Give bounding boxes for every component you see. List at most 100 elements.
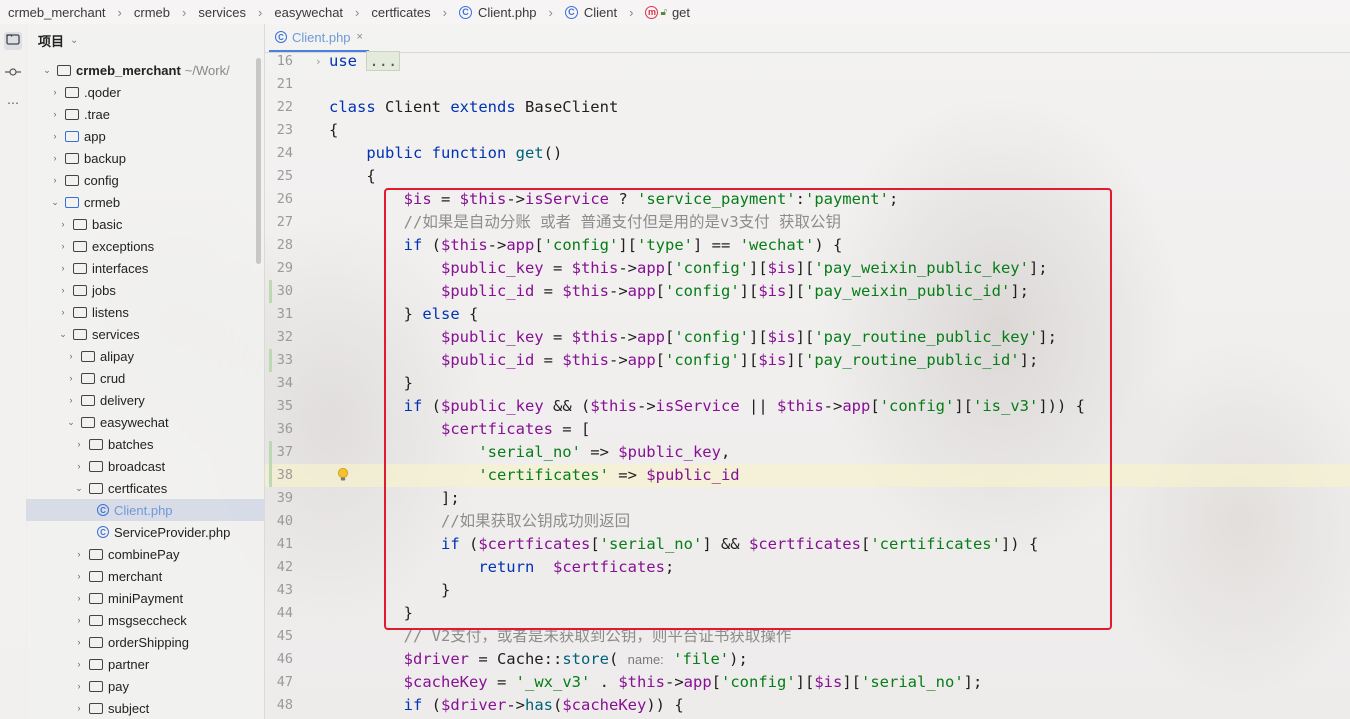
tree-item-delivery[interactable]: › delivery xyxy=(26,389,264,411)
tree-item-serviceprovider-php[interactable]: C ServiceProvider.php xyxy=(26,521,264,543)
chevron-right-icon[interactable]: › xyxy=(72,593,86,603)
code-line[interactable]: 44 } xyxy=(265,602,1350,625)
chevron-right-icon[interactable]: › xyxy=(56,241,70,251)
tab-client-php[interactable]: C Client.php × xyxy=(269,24,369,52)
chevron-right-icon[interactable]: › xyxy=(72,637,86,647)
chevron-right-icon[interactable]: › xyxy=(48,109,62,119)
code-line[interactable]: 28 if ($this->app['config']['type'] == '… xyxy=(265,234,1350,257)
code-line[interactable]: 27 //如果是自动分账 或者 普通支付但是用的是v3支付 获取公钥 xyxy=(265,211,1350,234)
tree-item-alipay[interactable]: › alipay xyxy=(26,345,264,367)
chevron-down-icon[interactable]: ⌄ xyxy=(40,65,54,76)
tree-item-easywechat[interactable]: ⌄ easywechat xyxy=(26,411,264,433)
chevron-right-icon[interactable]: › xyxy=(72,549,86,559)
tree-item-certficates[interactable]: ⌄ certficates xyxy=(26,477,264,499)
chevron-down-icon[interactable]: ⌄ xyxy=(48,197,62,208)
tree-item-combinepay[interactable]: › combinePay xyxy=(26,543,264,565)
project-panel-header[interactable]: 项目 ⌄ xyxy=(26,24,264,56)
chevron-right-icon[interactable]: › xyxy=(48,87,62,97)
breadcrumb-item-project[interactable]: crmeb_merchant xyxy=(8,5,106,20)
tree-item-exceptions[interactable]: › exceptions xyxy=(26,235,264,257)
tree-item-pay[interactable]: › pay xyxy=(26,675,264,697)
code-line[interactable]: 33 $public_id = $this->app['config'][$is… xyxy=(265,349,1350,372)
code-line[interactable]: 23 { xyxy=(265,119,1350,142)
code-line[interactable]: 24 public function get() xyxy=(265,142,1350,165)
code-line[interactable]: 47 $cacheKey = '_wx_v3' . $this->app['co… xyxy=(265,671,1350,694)
tree-item-broadcast[interactable]: › broadcast xyxy=(26,455,264,477)
tree-item-basic[interactable]: › basic xyxy=(26,213,264,235)
code-line[interactable]: 36 $certficates = [ xyxy=(265,418,1350,441)
chevron-right-icon[interactable]: › xyxy=(48,175,62,185)
code-editor[interactable]: 16 › use ... 21 22 class Client extends BaseC… xyxy=(265,50,1350,719)
code-line[interactable]: 22 class Client extends BaseClient xyxy=(265,96,1350,119)
code-line[interactable]: 29 $public_key = $this->app['config'][$i… xyxy=(265,257,1350,280)
code-line[interactable]: 30 $public_id = $this->app['config'][$is… xyxy=(265,280,1350,303)
breadcrumb-item-easywechat[interactable]: easywechat xyxy=(274,5,343,20)
chevron-right-icon[interactable]: › xyxy=(56,219,70,229)
breadcrumb-item-file[interactable]: C Client.php xyxy=(458,5,537,20)
tree-item-subject[interactable]: › subject xyxy=(26,697,264,719)
chevron-right-icon[interactable]: › xyxy=(48,153,62,163)
chevron-right-icon[interactable]: › xyxy=(64,373,78,383)
chevron-right-icon[interactable]: › xyxy=(72,681,86,691)
code-line[interactable]: 48 if ($driver->has($cacheKey)) { xyxy=(265,694,1350,717)
tree-item-merchant[interactable]: › merchant xyxy=(26,565,264,587)
code-line[interactable]: 35 if ($public_key && ($this->isService … xyxy=(265,395,1350,418)
chevron-right-icon[interactable]: › xyxy=(56,307,70,317)
chevron-right-icon[interactable]: › xyxy=(56,285,70,295)
close-icon[interactable]: × xyxy=(357,31,363,43)
code-line[interactable]: 39 ]; xyxy=(265,487,1350,510)
breadcrumb-item-certficates[interactable]: certficates xyxy=(371,5,430,20)
tree-item-qoder[interactable]: › .qoder xyxy=(26,81,264,103)
tree-item-trae[interactable]: › .trae xyxy=(26,103,264,125)
breadcrumb-item-crmeb[interactable]: crmeb xyxy=(134,5,170,20)
tree-item-batches[interactable]: › batches xyxy=(26,433,264,455)
chevron-right-icon[interactable]: › xyxy=(64,395,78,405)
tree-item-backup[interactable]: › backup xyxy=(26,147,264,169)
chevron-down-icon[interactable]: ⌄ xyxy=(56,329,70,340)
project-folder-icon[interactable] xyxy=(4,32,22,50)
chevron-right-icon[interactable]: › xyxy=(72,461,86,471)
code-line[interactable]: 34 } xyxy=(265,372,1350,395)
code-line[interactable]: 42 return $certficates; xyxy=(265,556,1350,579)
tree-item-client-php[interactable]: C Client.php xyxy=(26,499,264,521)
chevron-right-icon[interactable]: › xyxy=(72,439,86,449)
code-line[interactable]: 21 xyxy=(265,73,1350,96)
tree-item-config[interactable]: › config xyxy=(26,169,264,191)
chevron-right-icon[interactable]: › xyxy=(64,351,78,361)
code-line[interactable]: 46 $driver = Cache::store( name: 'file')… xyxy=(265,648,1350,671)
chevron-right-icon[interactable]: › xyxy=(48,131,62,141)
breadcrumb-item-method[interactable]: m 🔓︎ get xyxy=(645,5,690,20)
code-line[interactable]: 25 { xyxy=(265,165,1350,188)
code-line[interactable]: 38 'certificates' => $public_id xyxy=(265,464,1350,487)
fold-toggle-icon[interactable]: › xyxy=(315,50,322,73)
project-scrollbar[interactable] xyxy=(256,58,261,264)
breadcrumb-item-class[interactable]: C Client xyxy=(564,5,617,20)
chevron-down-icon[interactable]: ⌄ xyxy=(72,483,86,494)
tree-item-interfaces[interactable]: › interfaces xyxy=(26,257,264,279)
tree-item-crud[interactable]: › crud xyxy=(26,367,264,389)
breadcrumb-item-services[interactable]: services xyxy=(198,5,246,20)
tree-root-crmeb-merchant[interactable]: ⌄ crmeb_merchant ~/Work/ xyxy=(26,59,264,81)
tree-item-services[interactable]: ⌄ services xyxy=(26,323,264,345)
code-line[interactable]: 37 'serial_no' => $public_key, xyxy=(265,441,1350,464)
tree-item-partner[interactable]: › partner xyxy=(26,653,264,675)
chevron-right-icon[interactable]: › xyxy=(72,659,86,669)
code-line[interactable]: 40 //如果获取公钥成功则返回 xyxy=(265,510,1350,533)
tree-item-jobs[interactable]: › jobs xyxy=(26,279,264,301)
chevron-right-icon[interactable]: › xyxy=(72,703,86,713)
code-line[interactable]: 41 if ($certficates['serial_no'] && $cer… xyxy=(265,533,1350,556)
code-line[interactable]: 31 } else { xyxy=(265,303,1350,326)
tree-item-msgseccheck[interactable]: › msgseccheck xyxy=(26,609,264,631)
tree-item-app[interactable]: › app xyxy=(26,125,264,147)
chevron-right-icon[interactable]: › xyxy=(56,263,70,273)
code-line[interactable]: 26 $is = $this->isService ? 'service_pay… xyxy=(265,188,1350,211)
chevron-right-icon[interactable]: › xyxy=(72,615,86,625)
more-options-icon[interactable]: ⋯ xyxy=(4,94,22,112)
code-line[interactable]: 43 } xyxy=(265,579,1350,602)
code-line[interactable]: 32 $public_key = $this->app['config'][$i… xyxy=(265,326,1350,349)
tree-item-crmeb[interactable]: ⌄ crmeb xyxy=(26,191,264,213)
code-line[interactable]: 16 › use ... xyxy=(265,50,1350,73)
tree-item-ordershipping[interactable]: › orderShipping xyxy=(26,631,264,653)
commit-icon[interactable] xyxy=(4,64,22,82)
tree-item-listens[interactable]: › listens xyxy=(26,301,264,323)
